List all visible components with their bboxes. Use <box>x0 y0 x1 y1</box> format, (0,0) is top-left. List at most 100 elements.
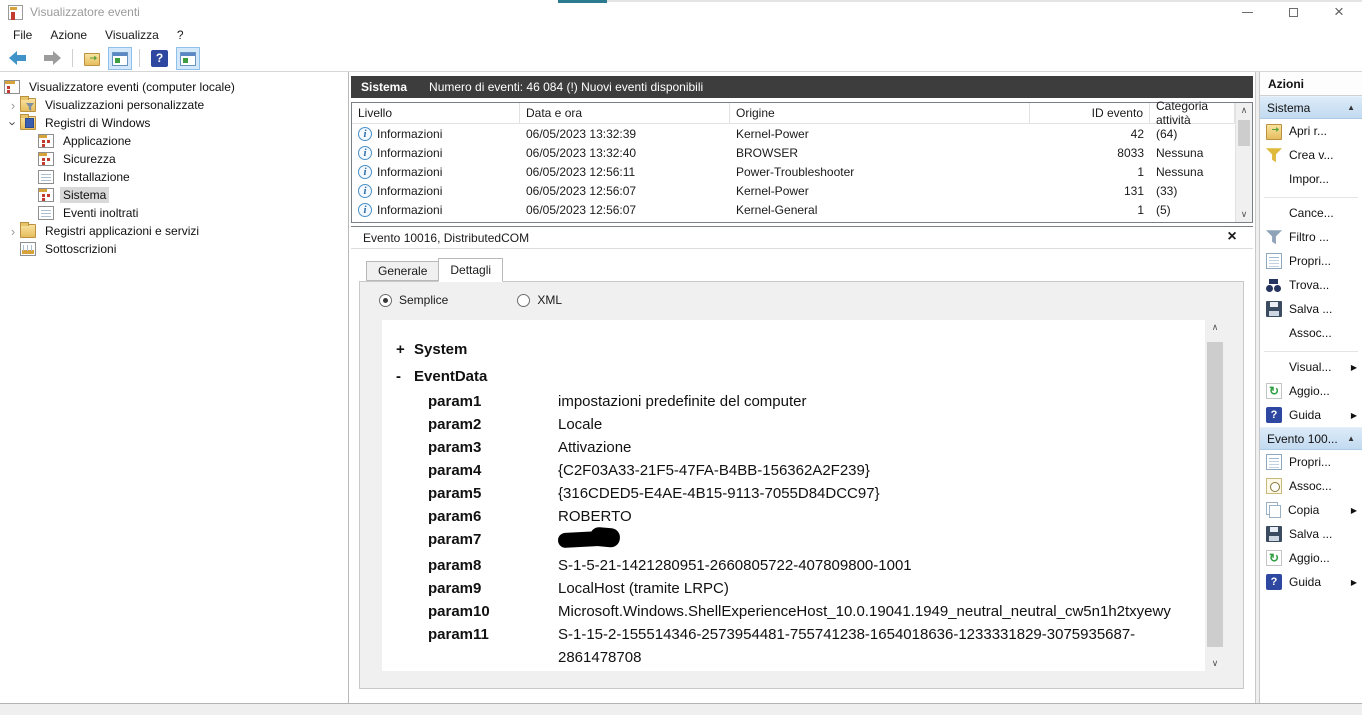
column-header-source[interactable]: Origine <box>730 103 1030 123</box>
radio-xml-view[interactable]: XML <box>517 293 562 307</box>
tree-item-application[interactable]: Applicazione <box>0 132 348 150</box>
param-row: param1 impostazioni predefinite del comp… <box>428 393 807 410</box>
event-data-scrollbar[interactable] <box>1205 320 1225 671</box>
actions-group-event[interactable]: Evento 100... <box>1260 427 1362 450</box>
expander-collapsed-icon[interactable] <box>6 98 20 113</box>
action-properties[interactable]: Propri... <box>1260 249 1362 273</box>
top-gray-line <box>607 0 1362 2</box>
event-row[interactable]: Informazioni 06/05/2023 12:56:11 Power-T… <box>352 162 1252 181</box>
param-row: param10 Microsoft.Windows.ShellExperienc… <box>428 603 1171 620</box>
tree-item-app-services-logs[interactable]: Registri applicazioni e servizi <box>0 222 348 240</box>
tree-item-security[interactable]: Sicurezza <box>0 150 348 168</box>
close-icon <box>1334 2 1344 22</box>
task-clock-icon <box>1266 478 1282 494</box>
event-row[interactable]: Informazioni 06/05/2023 12:56:07 Kernel-… <box>352 181 1252 200</box>
scroll-up-icon[interactable] <box>1205 320 1225 335</box>
scrollbar-thumb[interactable] <box>1207 342 1223 647</box>
toolbar-separator <box>139 49 140 67</box>
event-row[interactable]: Informazioni 06/05/2023 13:32:40 BROWSER… <box>352 143 1252 162</box>
action-event-attach-task[interactable]: Assoc... <box>1260 474 1362 498</box>
help-button[interactable] <box>147 46 172 71</box>
close-button[interactable] <box>1316 0 1362 24</box>
tab-details[interactable]: Dettagli <box>438 258 504 282</box>
action-save-all-events[interactable]: Salva ... <box>1260 297 1362 321</box>
open-saved-log-button[interactable] <box>80 47 104 70</box>
collapse-icon[interactable] <box>1347 103 1355 112</box>
help-icon <box>1266 574 1282 590</box>
scroll-up-icon[interactable] <box>1236 103 1252 118</box>
action-attach-task[interactable]: Assoc... <box>1260 321 1362 345</box>
node-system[interactable]: + System <box>396 336 1197 363</box>
create-filter-icon <box>1266 148 1282 163</box>
refresh-icon <box>1266 383 1282 399</box>
menu-action[interactable]: Azione <box>41 26 96 44</box>
action-refresh[interactable]: Aggio... <box>1260 379 1362 403</box>
event-row[interactable]: Informazioni 06/05/2023 12:56:07 Kernel-… <box>352 200 1252 219</box>
action-clear-log[interactable]: Cance... <box>1260 201 1362 225</box>
action-find[interactable]: Trova... <box>1260 273 1362 297</box>
console-tree-toggle-button[interactable] <box>108 46 132 70</box>
menu-help[interactable]: ? <box>168 26 193 44</box>
action-import-custom-view[interactable]: Impor... <box>1260 167 1362 191</box>
log-name: Sistema <box>361 80 408 94</box>
scrollbar-thumb[interactable] <box>1238 120 1250 146</box>
actions-group-system[interactable]: Sistema <box>1260 96 1362 119</box>
log-event-count: Numero di eventi: 46 084 (!) Nuovi event… <box>429 80 704 94</box>
properties-icon <box>1266 253 1282 269</box>
log-summary-bar: Sistema Numero di eventi: 46 084 (!) Nuo… <box>351 76 1253 98</box>
close-event-detail-button[interactable] <box>1223 228 1241 246</box>
top-accent-line <box>558 0 607 3</box>
action-help[interactable]: Guida <box>1260 403 1362 427</box>
column-header-datetime[interactable]: Data e ora <box>520 103 730 123</box>
windows-logs-folder-icon <box>20 114 36 130</box>
scroll-down-icon[interactable] <box>1205 656 1225 671</box>
action-filter-current-log[interactable]: Filtro ... <box>1260 225 1362 249</box>
restore-button[interactable] <box>1270 0 1316 24</box>
toolbar <box>0 45 1362 72</box>
event-viewer-app-icon <box>8 4 23 20</box>
event-list: Livello Data e ora Origine ID evento Cat… <box>351 99 1253 223</box>
tree-item-windows-logs[interactable]: Registri di Windows <box>0 114 348 132</box>
action-create-custom-view[interactable]: Crea v... <box>1260 143 1362 167</box>
tree-item-setup[interactable]: Installazione <box>0 168 348 186</box>
scroll-down-icon[interactable] <box>1236 207 1252 222</box>
action-event-copy[interactable]: Copia <box>1260 498 1362 522</box>
action-open-saved-log[interactable]: Apri r... <box>1260 119 1362 143</box>
column-header-category[interactable]: Categoria attività <box>1150 99 1235 127</box>
event-list-scrollbar[interactable] <box>1235 103 1252 222</box>
submenu-arrow-icon <box>1351 578 1362 587</box>
action-event-refresh[interactable]: Aggio... <box>1260 546 1362 570</box>
action-pane-toggle-button[interactable] <box>176 46 200 70</box>
menu-file[interactable]: File <box>4 26 41 44</box>
collapse-icon[interactable] <box>1347 434 1355 443</box>
expander-expanded-icon[interactable] <box>6 116 20 131</box>
action-event-properties[interactable]: Propri... <box>1260 450 1362 474</box>
minimize-button[interactable] <box>1224 0 1270 24</box>
tree-item-root[interactable]: Visualizzatore eventi (computer locale) <box>0 78 348 96</box>
folder-icon <box>20 222 36 238</box>
event-detail-title-bar: Evento 10016, DistributedCOM <box>351 227 1253 249</box>
event-row[interactable]: Informazioni 06/05/2023 13:32:39 Kernel-… <box>352 124 1252 143</box>
node-eventdata[interactable]: - EventData <box>396 363 1197 390</box>
action-event-help[interactable]: Guida <box>1260 570 1362 594</box>
minimize-icon <box>1241 11 1253 13</box>
event-data-box: + System - EventData param1 impostazioni… <box>382 320 1225 671</box>
column-header-event-id[interactable]: ID evento <box>1030 103 1150 123</box>
tab-general[interactable]: Generale <box>366 261 440 281</box>
binoculars-icon <box>1266 277 1282 293</box>
restore-icon <box>1288 4 1303 17</box>
tree-item-subscriptions[interactable]: Sottoscrizioni <box>0 240 348 258</box>
tree-item-system[interactable]: Sistema <box>0 186 348 204</box>
back-button[interactable] <box>5 47 33 69</box>
radio-friendly-view[interactable]: Semplice <box>379 293 448 307</box>
column-header-level[interactable]: Livello <box>352 103 520 123</box>
action-event-save[interactable]: Salva ... <box>1260 522 1362 546</box>
tree-item-custom-views[interactable]: Visualizzazioni personalizzate <box>0 96 348 114</box>
save-icon <box>1266 301 1282 317</box>
expander-collapsed-icon[interactable] <box>6 224 20 239</box>
param-row: param8 S-1-5-21-1421280951-2660805722-40… <box>428 557 912 574</box>
menu-view[interactable]: Visualizza <box>96 26 168 44</box>
forward-button[interactable] <box>37 47 65 69</box>
action-view[interactable]: Visual... <box>1260 355 1362 379</box>
tree-item-forwarded-events[interactable]: Eventi inoltrati <box>0 204 348 222</box>
